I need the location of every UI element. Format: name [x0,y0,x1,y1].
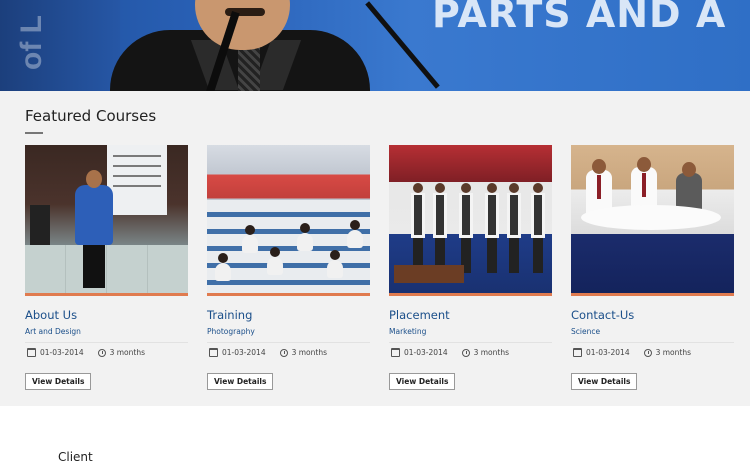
calendar-icon [209,348,218,357]
presenter [75,185,113,245]
course-category[interactable]: Science [571,327,600,336]
course-thumbnail[interactable] [25,145,188,296]
course-duration: 3 months [291,348,327,357]
conference-table [581,205,721,230]
floor [25,245,188,293]
course-date: 01-03-2014 [404,348,448,357]
course-duration: 3 months [109,348,145,357]
clock-icon [97,348,106,357]
table [394,265,464,283]
course-date: 01-03-2014 [40,348,84,357]
calendar-icon [27,348,36,357]
title-underline [25,132,43,134]
course-title[interactable]: Placement [389,308,450,322]
calendar-icon [573,348,582,357]
hero-banner: of L PARTS AND A [0,0,750,91]
course-meta: 01-03-2014 3 months [391,348,509,357]
chair [30,205,50,245]
course-duration: 3 months [655,348,691,357]
calendar-icon [391,348,400,357]
course-title[interactable]: Training [207,308,252,322]
clock-icon [279,348,288,357]
auditorium-seats [207,200,370,293]
course-date: 01-03-2014 [222,348,266,357]
course-thumbnail[interactable] [389,145,552,296]
course-card: About Us Art and Design 01-03-2014 3 mon… [25,145,188,390]
view-details-button[interactable]: View Details [571,373,638,390]
course-thumbnail[interactable] [207,145,370,296]
course-duration: 3 months [473,348,509,357]
clock-icon [461,348,470,357]
hero-banner-text: PARTS AND A [432,0,727,36]
course-meta: 01-03-2014 3 months [27,348,145,357]
course-category[interactable]: Art and Design [25,327,81,336]
course-category[interactable]: Marketing [389,327,426,336]
course-card: Placement Marketing 01-03-2014 3 months … [389,145,552,390]
view-details-button[interactable]: View Details [25,373,92,390]
course-category[interactable]: Photography [207,327,255,336]
section-title: Featured Courses [25,107,157,125]
clock-icon [643,348,652,357]
course-card: Training Photography 01-03-2014 3 months… [207,145,370,390]
course-card: Contact-Us Science 01-03-2014 3 months V… [571,145,734,390]
client-section-title: Client [58,450,93,464]
featured-courses-section: Featured Courses About Us Art and Design… [0,91,750,406]
course-thumbnail[interactable] [571,145,734,296]
course-title[interactable]: Contact-Us [571,308,634,322]
view-details-button[interactable]: View Details [389,373,456,390]
course-meta: 01-03-2014 3 months [209,348,327,357]
course-title[interactable]: About Us [25,308,77,322]
view-details-button[interactable]: View Details [207,373,274,390]
course-date: 01-03-2014 [586,348,630,357]
course-meta: 01-03-2014 3 months [573,348,691,357]
